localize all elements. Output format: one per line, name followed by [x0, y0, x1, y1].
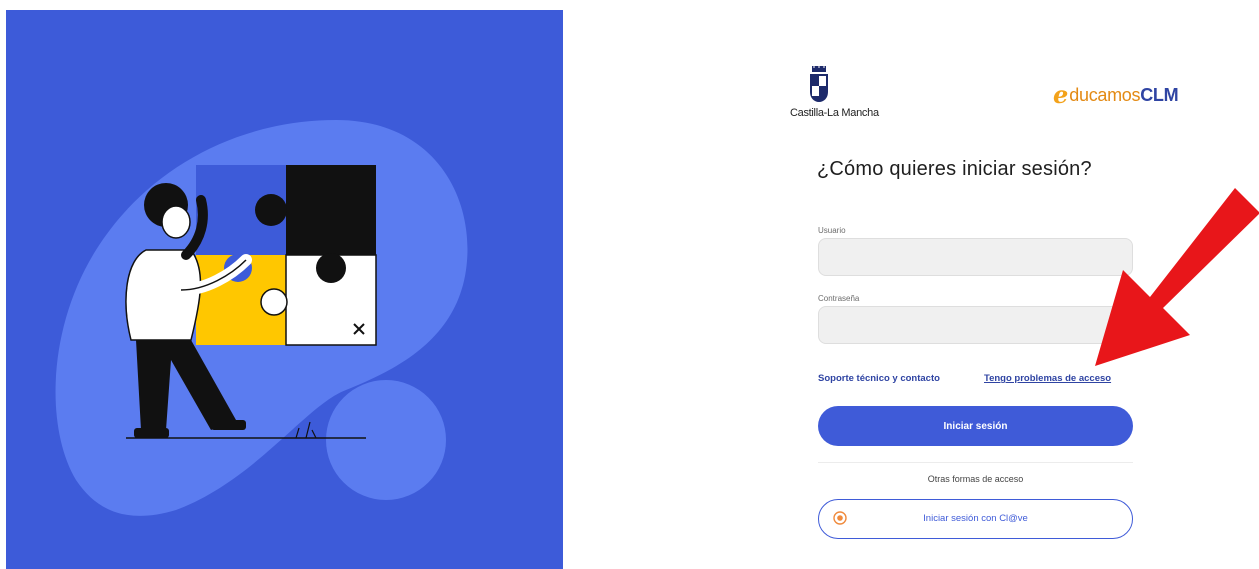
login-title: ¿Cómo quieres iniciar sesión?	[817, 158, 1092, 180]
educamos-e-mark: e	[1053, 80, 1069, 109]
puzzle-knob-white	[260, 288, 288, 316]
background-circle	[326, 380, 446, 500]
password-input[interactable]	[818, 306, 1133, 344]
clave-login-button[interactable]: Iniciar sesión con Cl@ve	[818, 499, 1133, 539]
castilla-la-mancha-logo: Castilla-La Mancha	[790, 66, 879, 126]
jccm-logo-text: Castilla-La Mancha	[790, 107, 879, 119]
red-arrow-annotation	[1095, 188, 1259, 366]
educamos-clm-logo: e ducamos CLM	[1053, 80, 1179, 110]
crest-icon	[810, 66, 828, 102]
login-submit-button[interactable]: Iniciar sesión	[818, 406, 1133, 446]
username-input[interactable]	[818, 238, 1133, 276]
username-label: Usuario	[818, 226, 846, 235]
person-face	[161, 205, 191, 239]
puzzle-piece-black	[286, 165, 376, 255]
support-contact-link[interactable]: Soporte técnico y contacto	[818, 373, 940, 384]
access-problems-link[interactable]: Tengo problemas de acceso	[984, 373, 1111, 384]
divider	[818, 462, 1133, 463]
grass	[295, 421, 317, 439]
password-label: Contraseña	[818, 294, 860, 303]
educamos-clm-wordmark: CLM	[1140, 84, 1179, 105]
puzzle-knob-black	[255, 194, 287, 226]
educamos-wordmark: ducamos	[1069, 84, 1141, 105]
person-shoe-right	[211, 420, 246, 430]
hero-illustration-panel	[6, 10, 563, 569]
other-access-methods-label: Otras formas de acceso	[927, 474, 1024, 484]
clave-login-label: Iniciar sesión con Cl@ve	[923, 513, 1028, 524]
puzzle-illustration	[55, 120, 468, 516]
puzzle-knob-white-top	[316, 253, 346, 283]
person-shoe-left	[134, 428, 169, 438]
